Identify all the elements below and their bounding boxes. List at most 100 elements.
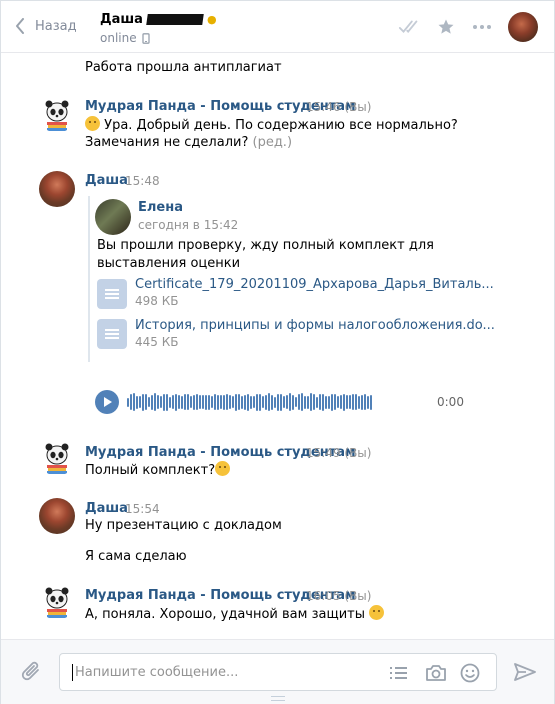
waveform-bar <box>151 394 153 410</box>
waveform-bar <box>322 393 324 411</box>
back-label: Назад <box>35 18 77 34</box>
panda-avatar[interactable] <box>39 97 75 133</box>
back-chevron-icon <box>16 18 24 34</box>
waveform-bar <box>268 393 270 411</box>
waveform-bar <box>226 394 228 410</box>
forwarded-author[interactable]: Елена <box>138 200 183 215</box>
waveform-bar <box>334 394 336 410</box>
smile-icon[interactable] <box>459 662 481 684</box>
waveform-bar <box>163 393 165 411</box>
waveform-bar <box>349 395 351 409</box>
star-icon[interactable] <box>434 16 458 38</box>
waveform-bar <box>223 394 225 410</box>
thinking-emoji-icon <box>215 461 231 476</box>
document-link[interactable]: История, принципы и формы налогообложени… <box>135 318 495 333</box>
mobile-icon <box>141 32 150 44</box>
waveform-bar <box>337 396 339 408</box>
waveform-bar <box>280 393 282 411</box>
message-author[interactable]: Даша <box>85 173 128 188</box>
waveform-bar <box>202 395 204 409</box>
waveform-bar <box>259 393 261 411</box>
forwarded-time[interactable]: сегодня в 15:42 <box>138 218 238 232</box>
document-size: 445 КБ <box>135 335 179 349</box>
message-time[interactable]: 16:05 (Вы) <box>306 589 371 603</box>
waveform-bar <box>139 396 141 408</box>
waveform-bar <box>265 394 267 410</box>
waveform-bar <box>298 394 300 410</box>
panda-avatar[interactable] <box>39 584 75 620</box>
back-button[interactable]: Назад <box>15 15 77 37</box>
waveform-bar <box>289 393 291 411</box>
message-text: Полный комплект? <box>85 461 231 480</box>
waveform-bar <box>241 395 243 409</box>
smile-emoji-icon <box>85 116 100 131</box>
waveform-bar <box>256 393 258 411</box>
attach-icon[interactable] <box>21 660 43 688</box>
document-icon[interactable] <box>97 319 127 349</box>
smile-emoji-icon <box>369 605 385 620</box>
forwarded-text: Вы прошли проверку, жду полный комплект … <box>97 238 434 253</box>
waveform-bar <box>355 394 357 410</box>
message-text: Ура. Добрый день. По содержанию все норм… <box>85 116 458 135</box>
dasha-avatar[interactable] <box>39 171 75 207</box>
waveform-bar <box>211 396 213 408</box>
message-placeholder: Напишите сообщение... <box>75 665 239 680</box>
waveform-bar <box>232 396 234 408</box>
peer-avatar[interactable] <box>508 12 538 42</box>
redacted-surname <box>146 13 204 25</box>
dasha-avatar[interactable] <box>39 498 75 534</box>
panda-avatar[interactable] <box>39 440 75 476</box>
waveform-bar <box>328 395 330 409</box>
waveform-bar <box>310 393 312 411</box>
waveform-bar <box>160 396 162 408</box>
message-text: Работа прошла антиплагиат <box>85 60 282 75</box>
waveform-bar <box>169 396 171 408</box>
message-time[interactable]: 15:46 (Вы) <box>306 100 371 114</box>
waveform-bar <box>262 396 264 408</box>
forwarded-text: выставления оценки <box>97 256 241 271</box>
message-input[interactable]: Напишите сообщение... <box>59 653 497 691</box>
star-emoji-icon: ● <box>206 12 217 26</box>
more-icon[interactable] <box>470 16 494 38</box>
waveform-bar <box>301 393 303 411</box>
elena-avatar[interactable] <box>95 199 131 235</box>
waveform-bar <box>370 394 372 410</box>
waveform-bar <box>235 393 237 411</box>
read-checks-icon[interactable] <box>398 16 422 38</box>
dialog-window: Назад Даша ● online Работа прошла антипл… <box>0 0 555 704</box>
waveform-bar <box>271 394 273 410</box>
peer-name: Даша <box>100 11 143 27</box>
message-time[interactable]: 15:48 <box>125 174 160 188</box>
template-list-icon[interactable] <box>388 662 410 684</box>
waveform-bar <box>214 394 216 410</box>
waveform-bar <box>220 395 222 409</box>
waveform-bar <box>253 396 255 408</box>
waveform-bar <box>178 395 180 409</box>
document-icon[interactable] <box>97 279 127 309</box>
camera-icon[interactable] <box>425 662 447 684</box>
text-caret <box>72 664 73 681</box>
waveform-bar <box>229 395 231 409</box>
message-time[interactable]: 15:54 <box>125 502 160 516</box>
waveform-bar <box>283 396 285 408</box>
waveform-bar <box>313 394 315 410</box>
document-size: 498 КБ <box>135 294 179 308</box>
waveform-bar <box>286 395 288 409</box>
play-icon[interactable] <box>95 390 119 414</box>
waveform-bar <box>184 394 186 410</box>
peer-info[interactable]: Даша ● online <box>100 10 217 46</box>
peer-status: online <box>100 31 137 45</box>
audio-waveform[interactable] <box>127 390 375 414</box>
resize-grip[interactable] <box>271 696 285 701</box>
waveform-bar <box>307 395 309 409</box>
document-link[interactable]: Certificate_179_20201109_Архарова_Дарья_… <box>135 277 494 292</box>
waveform-bar <box>208 394 210 410</box>
send-icon[interactable] <box>514 662 536 686</box>
waveform-bar <box>244 394 246 410</box>
message-text: Замечания не сделали? (ред.) <box>85 135 293 150</box>
message-text: А, поняла. Хорошо, удачной вам защиты <box>85 605 385 624</box>
message-author[interactable]: Даша <box>85 501 128 516</box>
waveform-bar <box>166 393 168 411</box>
waveform-bar <box>277 393 279 411</box>
message-time[interactable]: 15:49 (Вы) <box>306 446 371 460</box>
